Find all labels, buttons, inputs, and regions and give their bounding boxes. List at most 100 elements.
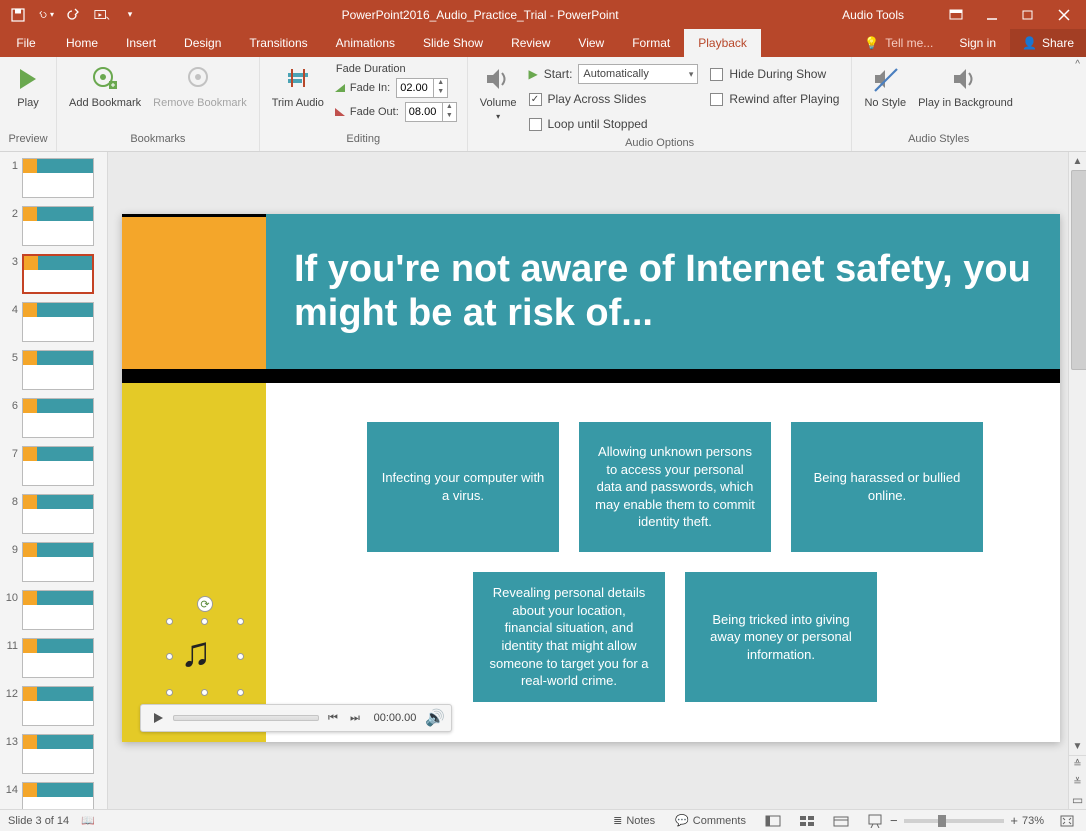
fit-slide-icon[interactable]: ▭ (1069, 791, 1086, 809)
slide-thumbnail[interactable]: 11 (2, 638, 105, 678)
tab-design[interactable]: Design (170, 29, 235, 57)
thumbnail-preview[interactable] (22, 590, 94, 630)
vertical-scrollbar[interactable]: ▲ ▼ ≙ ≚ ▭ (1068, 152, 1086, 809)
undo-icon[interactable]: ▾ (38, 7, 54, 23)
redo-icon[interactable] (66, 7, 82, 23)
resize-handle[interactable] (201, 618, 208, 625)
skip-forward-icon[interactable]: ⏭ (347, 710, 363, 726)
rotate-handle-icon[interactable]: ⟳ (197, 596, 213, 612)
maximize-button[interactable] (1020, 7, 1036, 23)
thumbnail-preview[interactable] (22, 734, 94, 774)
thumbnail-preview[interactable] (22, 398, 94, 438)
slide-card[interactable]: Revealing personal details about your lo… (473, 572, 665, 702)
notes-button[interactable]: ≣Notes (609, 814, 659, 827)
spinner-down[interactable]: ▼ (442, 112, 456, 121)
thumbnail-preview[interactable] (22, 254, 94, 294)
tab-transitions[interactable]: Transitions (235, 29, 321, 57)
thumbnail-preview[interactable] (22, 782, 94, 809)
prev-slide-icon[interactable]: ≙ (1069, 755, 1086, 773)
spinner-up[interactable]: ▲ (442, 103, 456, 112)
spinner-up[interactable]: ▲ (433, 79, 447, 88)
slide-canvas[interactable]: If you're not aware of Internet safety, … (122, 214, 1060, 742)
fade-out-spinner[interactable]: ▲▼ (405, 102, 457, 122)
normal-view-button[interactable] (762, 812, 784, 830)
rewind-after-playing-checkbox[interactable]: Rewind after Playing (710, 88, 839, 110)
close-button[interactable] (1056, 7, 1072, 23)
slide-thumbnail[interactable]: 12 (2, 686, 105, 726)
thumbnail-preview[interactable] (22, 302, 94, 342)
share-button[interactable]: 👤 Share (1010, 29, 1086, 57)
fade-in-spinner[interactable]: ▲▼ (396, 78, 448, 98)
tab-insert[interactable]: Insert (112, 29, 170, 57)
thumbnail-preview[interactable] (22, 206, 94, 246)
audio-track-slider[interactable] (173, 715, 319, 721)
resize-handle[interactable] (237, 653, 244, 660)
spinner-down[interactable]: ▼ (433, 88, 447, 97)
play-across-slides-checkbox[interactable]: Play Across Slides (529, 88, 699, 110)
zoom-slider-thumb[interactable] (938, 815, 946, 827)
next-slide-icon[interactable]: ≚ (1069, 773, 1086, 791)
thumbnail-preview[interactable] (22, 542, 94, 582)
fit-to-window-button[interactable] (1056, 812, 1078, 830)
slide-card[interactable]: Being tricked into giving away money or … (685, 572, 877, 702)
slide-thumbnail[interactable]: 1 (2, 158, 105, 198)
tab-file[interactable]: File (0, 29, 52, 57)
hide-during-show-checkbox[interactable]: Hide During Show (710, 63, 839, 85)
thumbnail-preview[interactable] (22, 638, 94, 678)
spellcheck-icon[interactable]: 📖 (81, 814, 95, 827)
resize-handle[interactable] (166, 618, 173, 625)
add-bookmark-button[interactable]: Add Bookmark (63, 61, 147, 112)
audio-mini-player[interactable]: ⏮ ⏭ 00:00.00 🔊 (140, 704, 452, 732)
zoom-out-button[interactable]: − (890, 813, 898, 828)
thumbnail-preview[interactable] (22, 158, 94, 198)
resize-handle[interactable] (201, 689, 208, 696)
volume-button[interactable]: Volume▾ (474, 61, 523, 125)
slide-sorter-button[interactable] (796, 812, 818, 830)
tab-playback[interactable]: Playback (684, 29, 761, 57)
sign-in-button[interactable]: Sign in (945, 29, 1010, 57)
slide-thumbnail[interactable]: 10 (2, 590, 105, 630)
zoom-in-button[interactable]: + (1010, 813, 1018, 828)
slide-thumbnail[interactable]: 13 (2, 734, 105, 774)
resize-handle[interactable] (166, 653, 173, 660)
slide-thumbnail[interactable]: 14 (2, 782, 105, 809)
slide-card[interactable]: Allowing unknown persons to access your … (579, 422, 771, 552)
collapse-ribbon-icon[interactable]: ^ (1075, 59, 1080, 70)
thumbnail-preview[interactable] (22, 350, 94, 390)
slide-thumbnail[interactable]: 2 (2, 206, 105, 246)
skip-back-icon[interactable]: ⏮ (325, 710, 341, 726)
thumbnail-preview[interactable] (22, 494, 94, 534)
slide-thumbnail[interactable]: 9 (2, 542, 105, 582)
trim-audio-button[interactable]: Trim Audio (266, 61, 330, 112)
loop-until-stopped-checkbox[interactable]: Loop until Stopped (529, 113, 699, 135)
tell-me-search[interactable]: 💡 Tell me... (852, 29, 945, 57)
scrollbar-thumb[interactable] (1071, 170, 1086, 370)
resize-handle[interactable] (237, 689, 244, 696)
slide-thumbnail-pane[interactable]: 1234567891011121314 (0, 152, 108, 809)
audio-object-selected[interactable]: ⟳ ♫ (170, 622, 240, 692)
slide-show-button[interactable] (864, 812, 886, 830)
tab-format[interactable]: Format (618, 29, 684, 57)
play-preview-button[interactable]: Play (6, 61, 50, 112)
thumbnail-preview[interactable] (22, 686, 94, 726)
start-from-beginning-icon[interactable] (94, 7, 110, 23)
fade-out-input[interactable] (406, 106, 442, 118)
play-button[interactable] (149, 709, 167, 727)
comments-button[interactable]: 💬Comments (671, 814, 750, 827)
tab-home[interactable]: Home (52, 29, 112, 57)
ribbon-display-options-icon[interactable] (948, 7, 964, 23)
volume-icon[interactable]: 🔊 (427, 710, 443, 726)
slide-thumbnail[interactable]: 4 (2, 302, 105, 342)
scroll-up-icon[interactable]: ▲ (1069, 152, 1086, 170)
thumbnail-preview[interactable] (22, 446, 94, 486)
tab-view[interactable]: View (564, 29, 618, 57)
tab-review[interactable]: Review (497, 29, 564, 57)
qat-customize-icon[interactable]: ▾ (122, 7, 138, 23)
zoom-percent[interactable]: 73% (1022, 815, 1044, 827)
no-style-button[interactable]: No Style (858, 61, 912, 112)
slide-thumbnail[interactable]: 6 (2, 398, 105, 438)
start-dropdown[interactable]: Automatically ▾ (578, 64, 698, 84)
slide-thumbnail[interactable]: 8 (2, 494, 105, 534)
scroll-down-icon[interactable]: ▼ (1069, 737, 1086, 755)
resize-handle[interactable] (166, 689, 173, 696)
